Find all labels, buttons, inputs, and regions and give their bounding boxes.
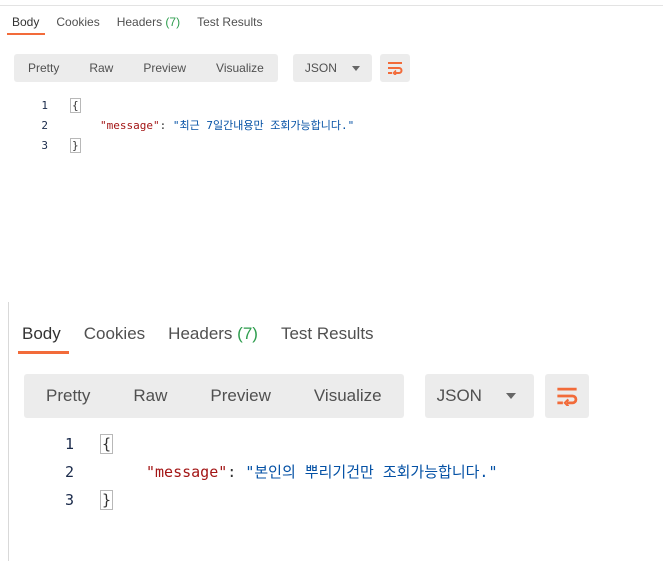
tab-cookies[interactable]: Cookies <box>56 15 99 29</box>
tab-headers[interactable]: Headers (7) <box>168 324 258 344</box>
tab-body[interactable]: Body <box>18 324 69 354</box>
close-brace: } <box>99 488 114 512</box>
line-number: 3 <box>64 491 74 509</box>
line-number: 1 <box>64 435 74 453</box>
brace-match: } <box>70 138 81 153</box>
json-string-value: "최근 7일간내용만 조회가능합니다." <box>172 119 355 132</box>
headers-count-badge: (7) <box>165 15 181 29</box>
format-select-value: JSON <box>436 386 482 405</box>
mode-preview-button[interactable]: Preview <box>210 386 270 406</box>
line-number: 1 <box>41 99 48 112</box>
wrap-lines-button[interactable] <box>379 54 410 82</box>
tab-headers-label: Headers <box>116 15 163 29</box>
mode-raw-button[interactable]: Raw <box>133 386 167 406</box>
mode-visualize-button[interactable]: Visualize <box>314 386 382 406</box>
mode-raw-button[interactable]: Raw <box>89 61 113 75</box>
view-mode-group: Pretty Raw Preview Visualize <box>24 374 404 418</box>
format-select[interactable]: JSON <box>424 374 534 418</box>
json-colon: : <box>159 119 173 132</box>
open-brace: { <box>99 432 114 456</box>
brace-match: { <box>70 98 81 113</box>
open-brace: { <box>70 98 81 114</box>
wrap-lines-icon <box>387 62 403 75</box>
json-colon: : <box>227 463 246 481</box>
response-tabs: Body Cookies Headers (7) Test Results <box>18 324 374 354</box>
tab-headers[interactable]: Headers (7) <box>117 15 180 29</box>
tab-headers-label: Headers <box>168 324 233 343</box>
json-entry: "message": "본인의 뿌리기건만 조회가능합니다." <box>146 460 498 484</box>
divider <box>0 5 663 6</box>
divider <box>8 302 9 561</box>
brace-match: { <box>99 434 114 454</box>
tab-body[interactable]: Body <box>6 15 46 35</box>
response-tabs: Body Cookies Headers (7) Test Results <box>6 15 262 35</box>
tab-cookies[interactable]: Cookies <box>84 324 145 344</box>
json-key: "message" <box>100 119 160 132</box>
chevron-down-icon <box>505 393 516 399</box>
mode-pretty-button[interactable]: Pretty <box>46 386 90 406</box>
headers-count-badge: (7) <box>237 324 258 343</box>
mode-preview-button[interactable]: Preview <box>143 61 186 75</box>
mode-pretty-button[interactable]: Pretty <box>28 61 59 75</box>
chevron-down-icon <box>351 65 360 71</box>
brace-match: } <box>99 490 114 510</box>
wrap-lines-button[interactable] <box>544 374 589 418</box>
response-panel-large: Body Cookies Headers (7) Test Results Pr… <box>0 302 663 561</box>
close-brace: } <box>70 138 81 154</box>
line-number: 3 <box>41 139 48 152</box>
tab-test-results[interactable]: Test Results <box>197 15 262 29</box>
wrap-lines-icon <box>557 387 577 406</box>
response-panel-small: Body Cookies Headers (7) Test Results Pr… <box>0 0 663 185</box>
format-select-value: JSON <box>304 61 337 75</box>
body-toolbar: Pretty Raw Preview Visualize JSON <box>14 54 410 82</box>
view-mode-group: Pretty Raw Preview Visualize <box>14 54 278 82</box>
json-key: "message" <box>146 463 228 481</box>
format-select[interactable]: JSON <box>292 54 372 82</box>
tab-test-results[interactable]: Test Results <box>281 324 374 344</box>
body-toolbar: Pretty Raw Preview Visualize JSON <box>24 374 589 418</box>
json-string-value: "본인의 뿌리기건만 조회가능합니다." <box>245 463 498 481</box>
line-number: 2 <box>64 463 74 481</box>
line-number: 2 <box>41 119 48 132</box>
json-entry: "message": "최근 7일간내용만 조회가능합니다." <box>100 118 354 134</box>
mode-visualize-button[interactable]: Visualize <box>216 61 264 75</box>
